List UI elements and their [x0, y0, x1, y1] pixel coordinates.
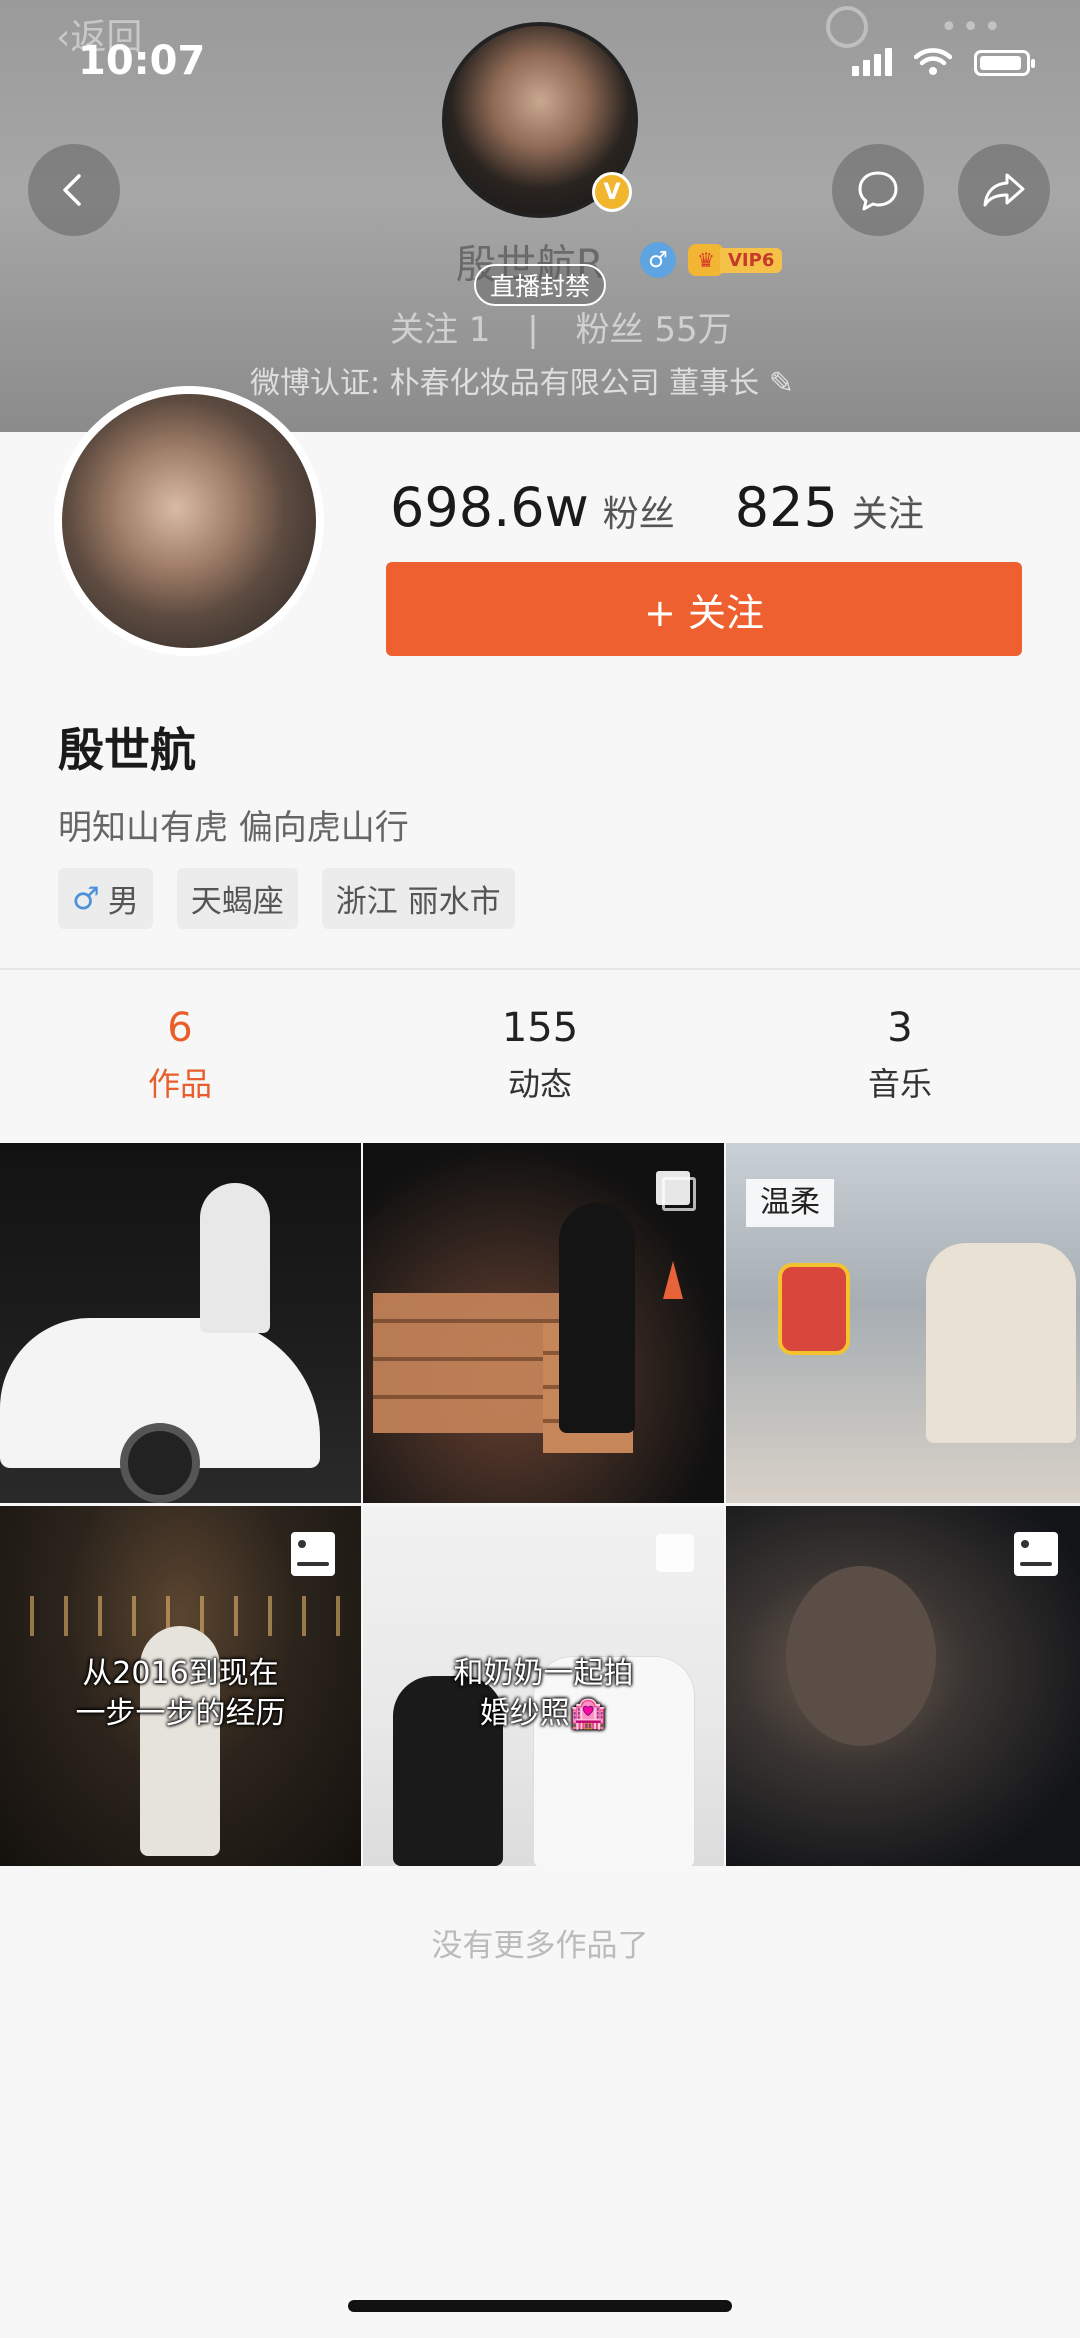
verified-v-icon: V	[592, 172, 632, 212]
frame-icon	[1014, 1532, 1058, 1576]
cone-image	[663, 1261, 683, 1299]
person-figure	[559, 1203, 635, 1433]
car-wheel	[120, 1423, 200, 1503]
no-more-text: 没有更多作品了	[431, 1928, 649, 1964]
header-follow-label: 关注	[390, 310, 458, 350]
multi-image-icon	[656, 1171, 696, 1211]
battery-icon	[974, 50, 1035, 76]
status-icons	[852, 48, 1035, 76]
live-ban-badge: 直播封禁	[474, 264, 607, 306]
follow-button[interactable]: + 关注	[386, 562, 1022, 656]
tab-posts-count: 155	[501, 1005, 579, 1051]
vip-badge: ♛ VIP6	[688, 244, 783, 276]
share-icon	[983, 173, 1025, 207]
divider: |	[527, 310, 539, 350]
work-item[interactable]: 和奶奶一起拍 婚纱照🏩	[363, 1506, 724, 1866]
status-time: 10:07	[78, 38, 206, 84]
work-label: 温柔	[746, 1179, 834, 1227]
multi-image-icon	[656, 1534, 694, 1572]
backpack-image	[778, 1263, 850, 1355]
profile-bio: 明知山有虎 偏向虎山行	[58, 808, 409, 848]
tab-music-label: 音乐	[867, 1065, 932, 1103]
search-icon	[826, 6, 868, 48]
tab-posts-label: 动态	[507, 1065, 572, 1103]
zodiac-tag: 天蝎座	[176, 868, 298, 929]
profile-avatar[interactable]	[54, 386, 324, 656]
works-grid: 温柔 从2016到现在 一步一步的经历 和奶奶一起拍 婚纱照🏩	[0, 1143, 1080, 1866]
work-item[interactable]	[363, 1143, 724, 1503]
gender-tag: ♂ 男	[58, 868, 153, 929]
content-tabs: 6 作品 155 动态 3 音乐	[0, 970, 1080, 1140]
home-indicator[interactable]	[348, 2300, 732, 2312]
work-item[interactable]: 从2016到现在 一步一步的经历	[0, 1506, 361, 1866]
male-icon: ♂	[72, 880, 100, 917]
tab-works[interactable]: 6 作品	[0, 970, 360, 1140]
person-figure	[926, 1243, 1076, 1443]
back-button[interactable]	[28, 144, 120, 236]
tab-music-count: 3	[887, 1005, 913, 1051]
wifi-icon	[914, 48, 952, 75]
profile-name: 殷世航	[58, 723, 196, 777]
message-button[interactable]	[832, 144, 924, 236]
profile-header-banner: ‹返回 ••• 10:07 V 殷世航R 直播封禁 ♂ ♛ VIP6 关注 1 …	[0, 0, 1080, 432]
verification-text: 微博认证: 朴春化妆品有限公司 董事长 ✎	[250, 366, 794, 401]
more-icon: •••	[940, 10, 1006, 45]
frame-icon	[291, 1532, 335, 1576]
person-figure	[200, 1183, 270, 1333]
work-item[interactable]: 温柔	[726, 1143, 1080, 1503]
tab-works-count: 6	[167, 1005, 193, 1051]
header-fans-count: 55万	[654, 310, 732, 350]
crown-icon: ♛	[688, 244, 724, 276]
work-caption: 从2016到现在 一步一步的经历	[75, 1656, 286, 1731]
location-tag: 浙江 丽水市	[321, 868, 515, 929]
work-item[interactable]	[0, 1143, 361, 1503]
following-label: 关注	[851, 494, 924, 535]
message-icon	[858, 171, 898, 211]
header-follow-line: 关注 1 | 粉丝 55万	[390, 302, 732, 351]
tab-posts[interactable]: 155 动态	[360, 970, 720, 1140]
header-follow-count: 1	[468, 310, 491, 350]
profile-section: 698.6w 粉丝 825 关注 + 关注 殷世航 明知山有虎 偏向虎山行 ♂ …	[0, 386, 1080, 968]
tab-music[interactable]: 3 音乐	[720, 970, 1080, 1140]
following-count[interactable]: 825	[735, 476, 838, 539]
person-figure	[786, 1566, 936, 1746]
edit-icon: ✎	[768, 366, 794, 401]
fans-label: 粉丝	[602, 494, 675, 535]
work-item[interactable]	[726, 1506, 1080, 1866]
share-button[interactable]	[958, 144, 1050, 236]
male-icon: ♂	[640, 242, 676, 278]
fans-count[interactable]: 698.6w	[390, 476, 589, 539]
vip-level: VIP6	[720, 247, 783, 273]
profile-tags: ♂ 男 天蝎座 浙江 丽水市	[58, 868, 515, 929]
profile-stats: 698.6w 粉丝 825 关注	[390, 476, 924, 539]
tab-works-label: 作品	[147, 1065, 212, 1103]
back-icon	[63, 174, 81, 206]
signal-icon	[852, 48, 892, 76]
header-fans-label: 粉丝	[575, 310, 644, 350]
work-caption: 和奶奶一起拍 婚纱照🏩	[453, 1656, 634, 1731]
